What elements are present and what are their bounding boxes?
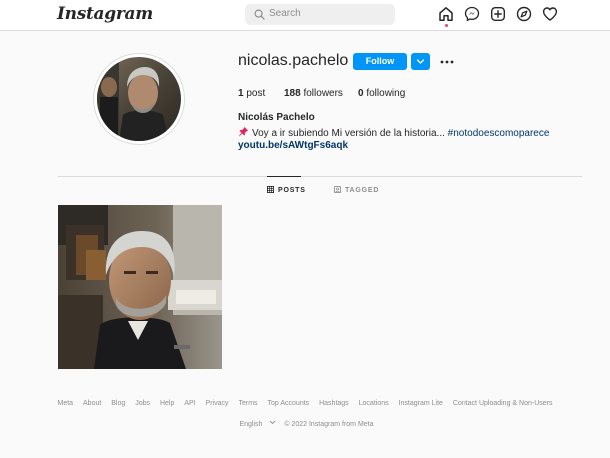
bio-text: Voy a ir subiendo Mi versión de la histo… bbox=[252, 128, 445, 139]
avatar-photo bbox=[97, 57, 181, 141]
avatar[interactable] bbox=[97, 57, 181, 141]
bio-hashtag-link[interactable]: #notodoescomoparece bbox=[448, 128, 550, 139]
stat-count: 0 bbox=[358, 88, 364, 99]
post-thumbnail[interactable] bbox=[58, 205, 222, 369]
tagged-icon bbox=[334, 186, 341, 193]
stat-label: followers bbox=[303, 88, 343, 99]
following-count[interactable]: 0 following bbox=[358, 88, 405, 99]
footer-link[interactable]: About bbox=[83, 400, 101, 407]
footer-link[interactable]: Jobs bbox=[135, 400, 150, 407]
stat-count: 188 bbox=[284, 88, 301, 99]
tab-label: TAGGED bbox=[345, 187, 380, 194]
stat-label: post bbox=[246, 88, 266, 99]
new-post-icon[interactable] bbox=[490, 6, 506, 22]
footer-link[interactable]: Locations bbox=[359, 400, 389, 407]
footer-link[interactable]: Help bbox=[160, 400, 174, 407]
profile-full-name: Nicolás Pachelo bbox=[238, 112, 315, 123]
footer-bottom: English © 2022 Instagram from Meta bbox=[0, 420, 610, 428]
active-tab-indicator bbox=[267, 176, 301, 177]
suggested-dropdown-button[interactable] bbox=[411, 53, 430, 70]
follow-button[interactable]: Follow bbox=[353, 53, 407, 70]
profile-username: nicolas.pachelo bbox=[238, 52, 349, 69]
notification-dot bbox=[445, 24, 448, 27]
chevron-down-icon bbox=[416, 59, 425, 64]
footer-link[interactable]: Top Accounts bbox=[268, 400, 310, 407]
chevron-down-icon bbox=[270, 420, 276, 425]
copyright: © 2022 Instagram from Meta bbox=[284, 421, 374, 428]
explore-icon[interactable] bbox=[516, 6, 532, 22]
footer-link[interactable]: Contact Uploading & Non-Users bbox=[453, 400, 553, 407]
instagram-logo[interactable]: Instagram bbox=[57, 4, 153, 24]
footer-link[interactable]: Meta bbox=[58, 400, 74, 407]
search-icon bbox=[254, 9, 265, 20]
avatar-ring[interactable] bbox=[93, 53, 185, 145]
footer-link[interactable]: Instagram Lite bbox=[399, 400, 443, 407]
home-icon[interactable] bbox=[438, 6, 454, 22]
top-nav-bar: Instagram Search bbox=[0, 0, 610, 31]
footer-link[interactable]: Blog bbox=[111, 400, 125, 407]
grid-icon bbox=[267, 186, 274, 193]
tab-posts[interactable]: POSTS bbox=[267, 186, 306, 194]
tab-label: POSTS bbox=[278, 187, 306, 194]
search-input[interactable]: Search bbox=[245, 4, 395, 25]
stat-count: 1 bbox=[238, 88, 244, 99]
language-select[interactable]: English bbox=[236, 420, 276, 428]
footer-link[interactable]: API bbox=[184, 400, 195, 407]
tab-tagged[interactable]: TAGGED bbox=[334, 186, 379, 194]
footer-links: Meta About Blog Jobs Help API Privacy Te… bbox=[0, 400, 610, 407]
language-label: English bbox=[239, 421, 263, 428]
footer-link[interactable]: Hashtags bbox=[319, 400, 349, 407]
footer-link[interactable]: Terms bbox=[239, 400, 258, 407]
profile-bio: Voy a ir subiendo Mi versión de la histo… bbox=[238, 126, 549, 139]
pushpin-icon bbox=[238, 126, 249, 137]
followers-count[interactable]: 188 followers bbox=[284, 88, 343, 99]
messenger-icon[interactable] bbox=[464, 6, 480, 22]
post-photo bbox=[58, 205, 222, 369]
profile-website-link[interactable]: youtu.be/sAWtgFs6aqk bbox=[238, 140, 348, 151]
activity-heart-icon[interactable] bbox=[542, 6, 558, 22]
posts-count: 1 post bbox=[238, 88, 265, 99]
more-options-icon[interactable] bbox=[439, 54, 455, 70]
footer-link[interactable]: Privacy bbox=[206, 400, 229, 407]
stat-label: following bbox=[366, 88, 406, 99]
search-placeholder: Search bbox=[269, 8, 301, 19]
tabs-divider bbox=[58, 176, 582, 177]
